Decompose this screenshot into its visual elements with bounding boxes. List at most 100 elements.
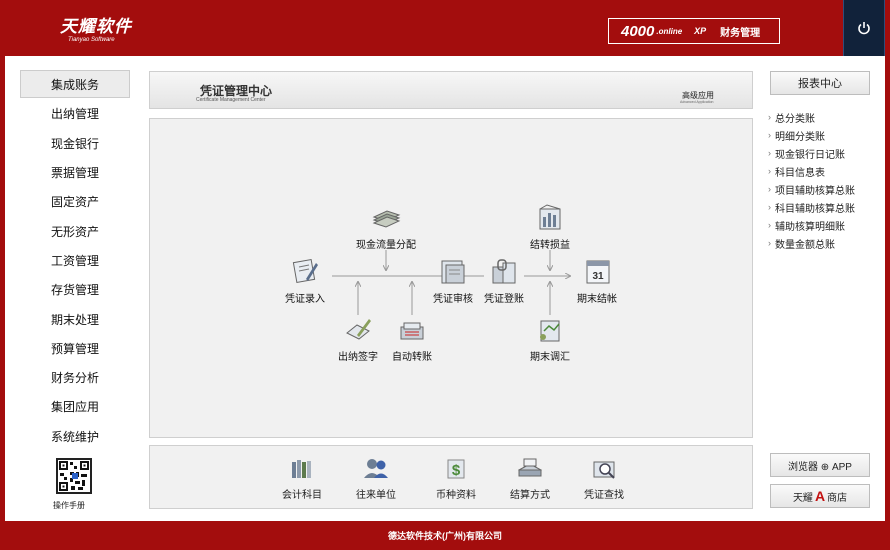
calendar-icon: 31 — [586, 260, 610, 284]
report-link-label: 科目辅助核算总账 — [775, 203, 855, 215]
quick-currency-label: 币种资料 — [436, 490, 476, 501]
report-link-label: 明细分类账 — [775, 131, 825, 143]
chevron-right-icon: › — [768, 148, 771, 158]
node-profit-transfer-label: 结转损益 — [530, 240, 570, 251]
chevron-right-icon: › — [768, 130, 771, 140]
report-link-label: 现金银行日记账 — [775, 149, 845, 161]
settlement-icon — [517, 458, 543, 477]
quick-partners[interactable]: 往来单位 — [346, 456, 406, 501]
voucher-post-icon — [492, 259, 516, 284]
quick-account-subjects[interactable]: 会计科目 — [272, 456, 332, 501]
product-online: .online — [656, 26, 683, 36]
left-nav: 集成账务 出纳管理 现金银行 票据管理 固定资产 无形资产 工资管理 存货管理 期末处理 预算管理… — [20, 70, 130, 451]
chevron-right-icon: › — [768, 184, 771, 194]
nav-item[interactable]: 集团应用 — [20, 392, 130, 421]
report-link[interactable]: › 现金银行日记账 — [768, 144, 888, 162]
qr-icon — [59, 461, 89, 491]
logo-subtext: Tianyao Software — [68, 37, 115, 43]
partners-icon — [364, 459, 388, 478]
quick-partners-label: 往来单位 — [356, 490, 396, 501]
node-period-closing[interactable]: 31 期末结帐 — [557, 257, 637, 305]
logo: 天耀软件 Tianyao Software — [60, 12, 132, 43]
nav-item[interactable]: 预算管理 — [20, 334, 130, 363]
calendar-day: 31 — [592, 271, 604, 282]
nav-item[interactable]: 财务分析 — [20, 363, 130, 392]
report-link-label: 数量金额总账 — [775, 239, 835, 251]
node-voucher-post[interactable]: 凭证登账 — [464, 257, 544, 305]
power-button[interactable] — [843, 0, 885, 56]
node-voucher-entry[interactable]: 凭证录入 — [265, 257, 345, 305]
chevron-right-icon: › — [768, 112, 771, 122]
node-exchange-adjust-label: 期末调汇 — [530, 352, 570, 363]
chevron-right-icon: › — [768, 202, 771, 212]
report-link[interactable]: › 项目辅助核算总账 — [768, 180, 888, 198]
quick-settlement-label: 结算方式 — [510, 490, 550, 501]
report-center-button[interactable]: 报表中心 — [770, 71, 870, 95]
qr-caption: 操作手册 — [53, 501, 85, 510]
voucher-entry-icon — [292, 259, 318, 283]
store-logo-mark: A — [814, 488, 826, 504]
node-period-closing-label: 期末结帐 — [577, 294, 617, 305]
report-link-label: 科目信息表 — [775, 167, 825, 179]
report-link-label: 总分类账 — [775, 113, 815, 125]
app-store-button[interactable]: 天耀 A 商店 — [770, 484, 870, 508]
logo-text: 天耀软件 — [60, 17, 132, 36]
quick-account-subjects-label: 会计科目 — [282, 490, 322, 501]
workflow-panel: 凭证录入 现金流量分配 凭证审核 凭证登账 31 期末结帐 结转损益 出纳签字 … — [149, 118, 753, 438]
footer: 德达软件技术(广州)有限公司 — [0, 521, 890, 550]
nav-item[interactable]: 系统维护 — [20, 422, 130, 451]
report-link[interactable]: › 科目辅助核算总账 — [768, 198, 888, 216]
nav-item[interactable]: 无形资产 — [20, 216, 130, 245]
quick-settlement[interactable]: 结算方式 — [500, 456, 560, 501]
product-xp: XP — [694, 26, 707, 36]
node-cashflow-allocation[interactable]: 现金流量分配 — [346, 203, 426, 251]
nav-item[interactable]: 出纳管理 — [20, 99, 130, 128]
browser-app-button[interactable]: 浏览器 ⊕ APP — [770, 453, 870, 477]
advanced-subtitle: Advanced Application — [680, 100, 714, 104]
node-exchange-adjust[interactable]: 期末调汇 — [510, 315, 590, 363]
quick-toolbar: 会计科目 往来单位 $ 币种资料 结算方式 凭证查找 — [149, 445, 753, 509]
quick-currency[interactable]: $ 币种资料 — [426, 456, 486, 501]
chevron-right-icon: › — [768, 238, 771, 248]
nav-item[interactable]: 存货管理 — [20, 275, 130, 304]
report-link[interactable]: › 明细分类账 — [768, 126, 888, 144]
node-voucher-entry-label: 凭证录入 — [285, 294, 325, 305]
svg-text:$: $ — [452, 462, 461, 479]
profit-transfer-icon — [539, 204, 561, 230]
quick-voucher-search[interactable]: 凭证查找 — [574, 456, 634, 501]
currency-icon: $ — [447, 459, 465, 479]
auto-transfer-icon — [400, 322, 424, 340]
footer-company: 德达软件技术(广州)有限公司 — [388, 531, 502, 541]
cashflow-icon — [372, 210, 401, 228]
node-auto-transfer-label: 自动转账 — [392, 352, 432, 363]
node-profit-transfer[interactable]: 结转损益 — [510, 203, 590, 251]
nav-item[interactable]: 工资管理 — [20, 246, 130, 275]
nav-item[interactable]: 固定资产 — [20, 187, 130, 216]
power-icon — [858, 22, 870, 35]
quick-voucher-search-label: 凭证查找 — [584, 490, 624, 501]
product-badge: 4000 .online XP 财务管理 — [608, 18, 780, 44]
product-number: 4000 — [621, 22, 655, 40]
store-prefix: 天耀 — [792, 492, 813, 504]
node-voucher-post-label: 凭证登账 — [484, 294, 524, 305]
cashier-sign-icon — [346, 319, 371, 340]
report-link-label: 辅助核算明细账 — [775, 221, 845, 233]
chevron-right-icon: › — [768, 166, 771, 176]
main-panel: 集成账务 出纳管理 现金银行 票据管理 固定资产 无形资产 工资管理 存货管理 期末处理 预算管理… — [5, 56, 885, 521]
report-link[interactable]: › 辅助核算明细账 — [768, 216, 888, 234]
report-link-label: 项目辅助核算总账 — [775, 185, 855, 197]
nav-item[interactable]: 集成账务 — [20, 70, 130, 98]
nav-item[interactable]: 期末处理 — [20, 304, 130, 333]
qr-code[interactable] — [56, 458, 92, 494]
nav-item[interactable]: 现金银行 — [20, 129, 130, 158]
center-header: 凭证管理中心 Certificate Management Center 高级应… — [149, 71, 753, 109]
report-link[interactable]: › 总分类账 — [768, 108, 888, 126]
voucher-search-icon — [593, 461, 615, 479]
report-link[interactable]: › 科目信息表 — [768, 162, 888, 180]
node-auto-transfer[interactable]: 自动转账 — [372, 315, 452, 363]
report-link[interactable]: › 数量金额总账 — [768, 234, 888, 252]
chevron-right-icon: › — [768, 220, 771, 230]
product-name: 财务管理 — [720, 27, 761, 39]
nav-item[interactable]: 票据管理 — [20, 158, 130, 187]
app-header: 天耀软件 Tianyao Software 4000 .online XP 财务… — [0, 0, 890, 56]
